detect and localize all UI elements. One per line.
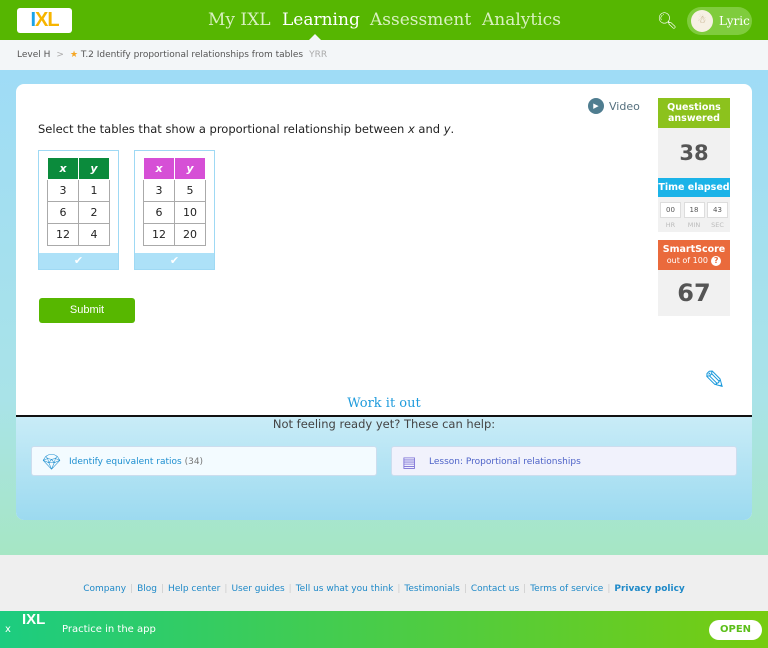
video-button[interactable]: ▶ Video — [588, 98, 640, 114]
questions-answered-label: Questions answered — [658, 98, 730, 128]
user-name: Lyric — [719, 14, 750, 28]
answer-table-2[interactable]: xy 35 6 10 12 20 ✔ — [134, 150, 215, 270]
nav-learning[interactable]: Learning — [282, 10, 360, 30]
footer-link[interactable]: Blog — [137, 584, 157, 594]
smartscore-value: 67 — [658, 270, 730, 316]
play-icon: ▶ — [588, 98, 604, 114]
help-item-lesson[interactable]: ▤ Lesson: Proportional relationships — [391, 446, 737, 476]
breadcrumb: Level H > ★ T.2 Identify proportional rela… — [0, 40, 768, 70]
close-icon[interactable]: x — [5, 611, 11, 648]
footer-link[interactable]: Terms of service — [530, 584, 603, 594]
question-text: Select the tables that show a proportion… — [38, 122, 455, 136]
nav-analytics[interactable]: Analytics — [482, 10, 561, 30]
search-icon[interactable]: 🔍︎ — [657, 11, 677, 30]
breadcrumb-skill: T.2 Identify proportional relationships … — [80, 50, 304, 60]
skill-code: YRR — [309, 50, 328, 60]
breadcrumb-level[interactable]: Level H — [17, 50, 50, 60]
app-banner: x IXL Practice in the app OPEN — [0, 611, 768, 648]
avatar: ☃ — [691, 10, 713, 32]
timer: 00 HR 18 MIN 43 SEC — [658, 197, 730, 232]
nav-my-ixl[interactable]: My IXL — [208, 10, 271, 30]
star-icon: ★ — [69, 50, 79, 60]
footer-link[interactable]: Tell us what you think — [296, 584, 394, 594]
top-nav-bar: IXL My IXL Learning Assessment Analytics… — [0, 0, 768, 40]
footer-link[interactable]: Testimonials — [404, 584, 459, 594]
banner-text: Practice in the app — [62, 624, 156, 635]
help-icon[interactable]: ? — [711, 256, 722, 266]
open-app-button[interactable]: OPEN — [709, 620, 762, 640]
footer-link[interactable]: Help center — [168, 584, 220, 594]
diamond-icon: 💎︎ — [42, 453, 62, 471]
time-elapsed-label: Time elapsed — [658, 178, 730, 197]
help-item-equivalent-ratios[interactable]: 💎︎ Identify equivalent ratios (34) — [31, 446, 377, 476]
submit-button[interactable]: Submit — [39, 298, 135, 323]
questions-answered-value: 38 — [658, 128, 730, 178]
help-prompt: Not feeling ready yet? These can help: — [272, 417, 496, 431]
footer-link[interactable]: Contact us — [471, 584, 519, 594]
video-label: Video — [609, 99, 640, 113]
user-menu-button[interactable]: ☃ Lyric — [687, 7, 752, 35]
practice-card: ▶ Video Select the tables that show a pro… — [16, 84, 752, 520]
lesson-icon: ▤ — [402, 453, 417, 471]
ixl-logo[interactable]: IXL — [17, 8, 72, 33]
ixl-logo: IXL — [22, 611, 46, 628]
pencil-icon[interactable]: ✎ — [704, 366, 726, 396]
stats-panel: Questions answered 38 Time elapsed 00 HR … — [658, 98, 730, 316]
footer-link[interactable]: User guides — [231, 584, 284, 594]
footer-link[interactable]: Privacy policy — [614, 584, 684, 594]
answer-table-1[interactable]: xy 31 62 12 4 ✔ — [38, 150, 119, 270]
nav-assessment[interactable]: Assessment — [370, 10, 471, 30]
chevron-right-icon: > — [56, 50, 64, 60]
smartscore-label: SmartScore — [662, 244, 726, 255]
check-icon: ✔ — [39, 253, 118, 269]
footer: Company | Blog | Help center | User guides | Tel… — [0, 555, 768, 611]
work-it-out-button[interactable]: Work it out — [16, 396, 752, 411]
footer-link[interactable]: Company — [83, 584, 126, 594]
check-icon: ✔ — [135, 253, 214, 269]
